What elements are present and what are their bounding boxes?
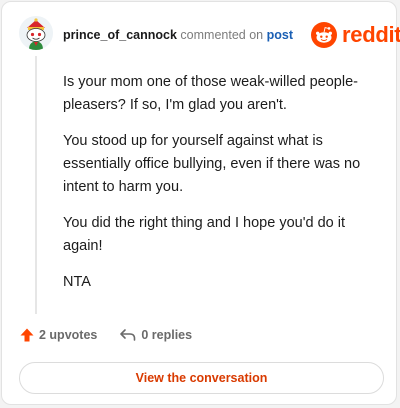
user-avatar[interactable] xyxy=(19,16,53,50)
reddit-snoo-icon xyxy=(311,22,337,48)
brand-wordmark: reddit xyxy=(342,22,400,47)
comment-paragraph: NTA xyxy=(63,274,91,290)
reply-button[interactable]: 0 replies xyxy=(119,327,192,343)
thread-line xyxy=(35,56,37,314)
view-conversation-button[interactable]: View the conversation xyxy=(19,362,384,394)
comment-action-text: commented on xyxy=(180,28,264,42)
comment-paragraph: You did the right thing and I hope you'd… xyxy=(63,215,345,254)
upvote-button[interactable]: 2 upvotes xyxy=(19,327,97,343)
snoo-avatar-icon xyxy=(19,16,53,50)
comment-paragraph: Is your mom one of those weak-willed peo… xyxy=(63,74,358,113)
comment-body: Is your mom one of those weak-willed peo… xyxy=(63,71,383,307)
reply-count: 0 replies xyxy=(141,328,193,342)
post-link[interactable]: post xyxy=(267,28,293,42)
username-link[interactable]: prince_of_cannock xyxy=(63,28,177,42)
comment-header: prince_of_cannock commented on post xyxy=(63,27,293,43)
reddit-logo[interactable]: reddit xyxy=(311,22,400,48)
reply-arrow-icon xyxy=(120,329,136,341)
upvote-arrow-icon xyxy=(20,328,34,342)
comment-card: prince_of_cannock commented on post redd… xyxy=(1,1,400,405)
comment-paragraph: You stood up for yourself against what i… xyxy=(63,133,361,195)
upvote-count: 2 upvotes xyxy=(39,328,98,342)
comment-actions: 2 upvotes 0 replies xyxy=(19,327,192,343)
